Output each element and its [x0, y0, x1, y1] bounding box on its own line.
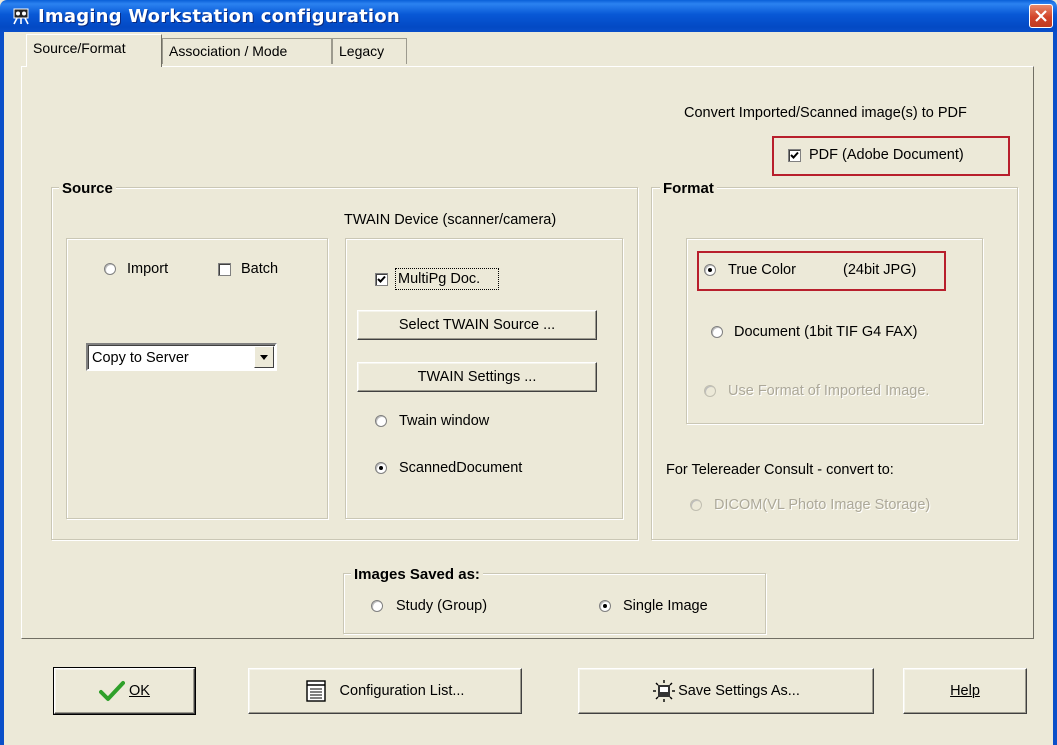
window-frame-left — [0, 32, 4, 745]
checkmark-icon — [99, 681, 126, 701]
help-label: Help — [950, 683, 980, 699]
close-button[interactable] — [1029, 4, 1053, 28]
source-group-title: Source — [59, 180, 116, 198]
twain-settings-button[interactable]: TWAIN Settings ... — [357, 362, 597, 392]
batch-checkbox-label[interactable]: Batch — [241, 261, 278, 277]
focus-rectangle — [395, 268, 499, 290]
pdf-caption: Convert Imported/Scanned image(s) to PDF — [684, 105, 967, 121]
list-icon — [305, 680, 326, 702]
single-image-label[interactable]: Single Image — [623, 598, 708, 614]
configuration-list-button[interactable]: Configuration List... — [248, 668, 522, 714]
dicom-label: DICOM(VL Photo Image Storage) — [714, 497, 931, 513]
study-group-radio[interactable] — [371, 600, 383, 612]
document-radio[interactable] — [711, 326, 723, 338]
multipg-checkbox[interactable] — [375, 273, 388, 286]
images-saved-as-title: Images Saved as: — [351, 566, 483, 584]
batch-checkbox[interactable] — [218, 263, 231, 276]
close-icon — [1035, 10, 1047, 22]
save-settings-icon — [653, 680, 676, 702]
source-dropdown[interactable]: Copy to Server — [86, 343, 277, 371]
save-settings-as-label: Save Settings As... — [678, 683, 800, 699]
document-label[interactable]: Document (1bit TIF G4 FAX) — [734, 324, 917, 340]
twain-window-label[interactable]: Twain window — [399, 413, 489, 429]
import-radio[interactable] — [104, 263, 116, 275]
app-icon — [12, 7, 30, 25]
twain-caption: TWAIN Device (scanner/camera) — [344, 212, 557, 228]
ok-label: OK — [129, 683, 150, 699]
single-image-radio[interactable] — [599, 600, 611, 612]
tab-association-mode[interactable]: Association / Mode — [162, 38, 332, 64]
help-button[interactable]: Help — [903, 668, 1027, 714]
study-group-label[interactable]: Study (Group) — [396, 598, 487, 614]
twain-window-radio[interactable] — [375, 415, 387, 427]
chevron-down-icon[interactable] — [254, 346, 274, 368]
true-color-radio[interactable] — [704, 264, 716, 276]
ok-button[interactable]: OK — [53, 667, 196, 715]
configuration-list-label: Configuration List... — [339, 683, 465, 699]
import-radio-label[interactable]: Import — [127, 261, 168, 277]
source-dropdown-value: Copy to Server — [92, 350, 189, 366]
select-twain-source-button[interactable]: Select TWAIN Source ... — [357, 310, 597, 340]
import-panel — [66, 238, 328, 519]
dicom-radio — [690, 499, 702, 511]
telereader-caption: For Telereader Consult - convert to: — [666, 462, 894, 478]
pdf-checkbox-label[interactable]: PDF (Adobe Document) — [809, 147, 964, 163]
window-frame-right — [1053, 32, 1057, 745]
use-format-radio — [704, 385, 716, 397]
window-title: Imaging Workstation configuration — [38, 6, 400, 27]
use-format-label: Use Format of Imported Image. — [728, 383, 930, 399]
true-color-label[interactable]: True Color — [728, 262, 796, 278]
format-group-title: Format — [660, 180, 717, 198]
tab-legacy[interactable]: Legacy — [332, 38, 407, 64]
tab-source-format[interactable]: Source/Format — [26, 34, 162, 67]
scanned-document-label[interactable]: ScannedDocument — [399, 460, 522, 476]
true-color-detail[interactable]: (24bit JPG) — [843, 262, 916, 278]
scanned-document-radio[interactable] — [375, 462, 387, 474]
save-settings-as-button[interactable]: Save Settings As... — [578, 668, 874, 714]
pdf-checkbox[interactable] — [788, 149, 801, 162]
